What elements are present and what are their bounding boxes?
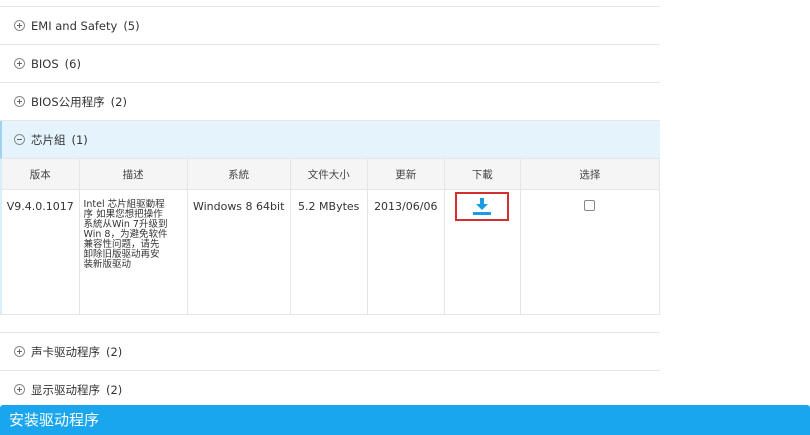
download-icon [473,198,492,215]
download-button[interactable] [455,192,510,221]
header-description: 描述 [79,159,188,190]
category-bios[interactable]: BIOS (6) [0,45,660,83]
category-count: (2) [110,94,127,109]
driver-file-table: 版本 描述 系統 文件大小 更新 下載 选择 V9.4.0.1017 Intel… [0,159,661,315]
cell-select [520,189,661,315]
header-download: 下載 [444,159,521,190]
category-label: BIOS [31,56,59,71]
category-label: 显示驱动程序 [31,382,100,397]
cell-version: V9.4.0.1017 [1,189,80,315]
header-os: 系統 [187,159,291,190]
install-driver-header[interactable]: 安装驱动程序 [0,405,810,435]
cell-description: Intel 芯片組驱動程序 如果您想把操作系統从Win 7升级到Win 8，为避… [79,189,188,315]
category-count: (5) [123,18,140,33]
category-count: (1) [71,132,88,147]
category-audio-driver[interactable]: 声卡驱动程序 (2) [0,333,660,371]
category-display-driver[interactable]: 显示驱动程序 (2) [0,371,660,409]
category-label: 芯片組 [31,132,66,147]
category-bios-utility[interactable]: BIOS公用程序 (2) [0,83,660,121]
expand-plus-icon[interactable] [14,346,25,357]
expand-plus-icon[interactable] [14,20,25,31]
category-chipset[interactable]: 芯片組 (1) [0,121,660,159]
top-divider [0,0,660,7]
category-count: (6) [64,56,81,71]
table-header-row: 版本 描述 系統 文件大小 更新 下載 选择 [1,159,661,190]
category-count: (2) [106,344,123,359]
category-label: EMI and Safety [31,18,118,33]
header-file-size: 文件大小 [290,159,368,190]
cell-size: 5.2 MBytes [290,189,368,315]
header-version: 版本 [1,159,80,190]
driver-category-panel: EMI and Safety (5) BIOS (6) BIOS公用程序 (2)… [0,0,661,409]
header-select: 选择 [520,159,661,190]
collapse-minus-icon[interactable] [14,134,25,145]
expand-plus-icon[interactable] [14,58,25,69]
expand-plus-icon[interactable] [14,96,25,107]
cell-os: Windows 8 64bit [187,189,291,315]
cell-date: 2013/06/06 [367,189,445,315]
category-count: (2) [106,382,123,397]
header-updated: 更新 [367,159,445,190]
cell-download [444,189,521,315]
category-label: BIOS公用程序 [31,94,105,109]
section-spacer [0,315,660,333]
expand-plus-icon[interactable] [14,384,25,395]
category-emi-safety[interactable]: EMI and Safety (5) [0,7,660,45]
category-label: 声卡驱动程序 [31,344,100,359]
table-row: V9.4.0.1017 Intel 芯片組驱動程序 如果您想把操作系統从Win … [1,189,661,315]
select-checkbox[interactable] [584,200,596,211]
